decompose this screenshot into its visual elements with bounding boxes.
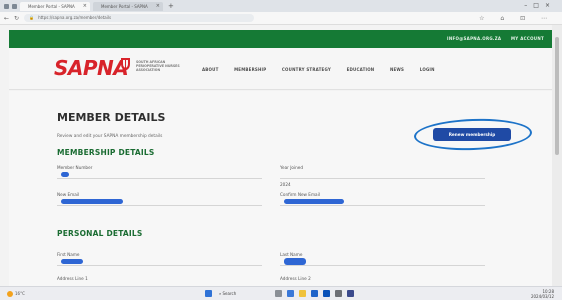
clock-date: 2024/03/12 bbox=[530, 294, 554, 299]
close-tab-icon[interactable]: × bbox=[83, 2, 87, 11]
scrollbar-thumb[interactable] bbox=[555, 37, 559, 155]
membership-details-heading: MEMBERSHIP DETAILS bbox=[57, 148, 155, 157]
renew-membership-button[interactable]: Renew membership bbox=[433, 128, 511, 141]
redaction-mark bbox=[61, 259, 83, 264]
redaction-mark bbox=[61, 172, 69, 177]
page-title: MEMBER DETAILS bbox=[57, 111, 166, 124]
redaction-mark bbox=[284, 199, 344, 204]
redaction-mark bbox=[61, 199, 123, 204]
personal-details-heading: PERSONAL DETAILS bbox=[57, 229, 143, 238]
url-field[interactable]: 🔒 https://sapna.org.za/member/details bbox=[24, 14, 255, 22]
member-number-field[interactable] bbox=[57, 171, 262, 179]
task-view-icon[interactable] bbox=[275, 290, 282, 297]
redaction-mark bbox=[284, 258, 306, 265]
lock-icon: 🔒 bbox=[29, 15, 35, 20]
app-icon[interactable] bbox=[335, 290, 342, 297]
last-name-label: Last Name bbox=[280, 252, 303, 257]
site-logo[interactable]: SAPNA bbox=[54, 56, 129, 80]
weather-temp: 16°C bbox=[15, 291, 25, 296]
browser-tab-strip: Member Portal - SAPNA × Member Portal - … bbox=[0, 0, 562, 12]
search-label: Search bbox=[222, 291, 237, 296]
nav-login[interactable]: LOGIN bbox=[420, 67, 435, 72]
logo-subtitle: SOUTH AFRICAN PERIOPERATIVE NURSES ASSOC… bbox=[136, 60, 180, 72]
tab-actions-icon[interactable] bbox=[12, 3, 17, 9]
page-scrollbar[interactable] bbox=[552, 25, 562, 286]
outlook-icon[interactable] bbox=[323, 290, 330, 297]
my-account-link[interactable]: MY ACCOUNT bbox=[511, 36, 544, 41]
member-number-label: Member Number bbox=[57, 165, 93, 170]
new-tab-icon[interactable]: + bbox=[168, 2, 174, 10]
tab-member-portal-2[interactable]: Member Portal - SAPNA × bbox=[93, 1, 163, 11]
nav-country-strategy[interactable]: COUNTRY STRATEGY bbox=[282, 67, 331, 72]
url-text: https://sapna.org.za/member/details bbox=[38, 15, 112, 20]
tab-label: Member Portal - SAPNA bbox=[28, 3, 75, 9]
new-email-label: New Email bbox=[57, 192, 80, 197]
system-tray[interactable]: 10:28 2024/03/12 bbox=[531, 289, 554, 299]
site-top-bar: INFO@SAPNA.ORG.ZA MY ACCOUNT bbox=[9, 30, 552, 48]
first-name-label: First Name bbox=[57, 252, 80, 257]
tab-label: Member Portal - SAPNA bbox=[101, 3, 148, 9]
first-name-field[interactable] bbox=[57, 258, 262, 266]
address-line-1-label: Address Line 1 bbox=[57, 276, 88, 281]
nav-about[interactable]: ABOUT bbox=[202, 67, 219, 72]
nav-membership[interactable]: MEMBERSHIP bbox=[234, 67, 266, 72]
new-email-field[interactable] bbox=[57, 198, 262, 206]
taskbar: 16°C ⌕ Search 10:28 2024/03/12 bbox=[0, 286, 562, 300]
taskbar-search[interactable]: ⌕ Search bbox=[219, 290, 236, 297]
confirm-email-field[interactable] bbox=[280, 198, 485, 206]
store-icon[interactable] bbox=[311, 290, 318, 297]
browser-toolbar-icons[interactable]: ☆ ⌂ ⊡ ⋯ bbox=[479, 12, 554, 25]
window-menu-icon[interactable] bbox=[4, 3, 9, 9]
close-tab-icon[interactable]: × bbox=[156, 2, 160, 11]
address-bar: ← ↻ 🔒 https://sapna.org.za/member/detail… bbox=[0, 12, 562, 25]
app-icon[interactable] bbox=[347, 290, 354, 297]
file-explorer-icon[interactable] bbox=[299, 290, 306, 297]
site-header: SAPNA SOUTH AFRICAN PERIOPERATIVE NURSES… bbox=[9, 48, 552, 90]
refresh-icon[interactable]: ↻ bbox=[14, 15, 19, 22]
email-link[interactable]: INFO@SAPNA.ORG.ZA bbox=[447, 36, 501, 41]
main-nav: ABOUT MEMBERSHIP COUNTRY STRATEGY EDUCAT… bbox=[202, 67, 449, 72]
last-name-field[interactable] bbox=[280, 258, 485, 266]
year-joined-label: Year Joined bbox=[280, 165, 304, 170]
tab-member-portal-1[interactable]: Member Portal - SAPNA × bbox=[20, 1, 90, 11]
year-joined-field[interactable]: 2024 bbox=[280, 171, 485, 187]
screen: Member Portal - SAPNA × Member Portal - … bbox=[0, 0, 562, 300]
page-description: Review and edit your SAPNA membership de… bbox=[57, 134, 163, 139]
year-joined-value: 2024 bbox=[280, 182, 291, 187]
weather-widget[interactable]: 16°C bbox=[7, 289, 25, 299]
sun-icon bbox=[7, 291, 13, 297]
confirm-email-label: Confirm New Email bbox=[280, 192, 320, 197]
edge-icon[interactable] bbox=[287, 290, 294, 297]
nav-education[interactable]: EDUCATION bbox=[347, 67, 375, 72]
back-icon[interactable]: ← bbox=[4, 15, 9, 22]
address-line-2-label: Address Line 2 bbox=[280, 276, 311, 281]
main-content: MEMBER DETAILS Review and edit your SAPN… bbox=[9, 91, 552, 286]
nav-news[interactable]: NEWS bbox=[390, 67, 404, 72]
window-controls[interactable]: –□× bbox=[524, 0, 556, 12]
start-icon[interactable] bbox=[205, 290, 212, 297]
crest-icon bbox=[121, 58, 130, 71]
